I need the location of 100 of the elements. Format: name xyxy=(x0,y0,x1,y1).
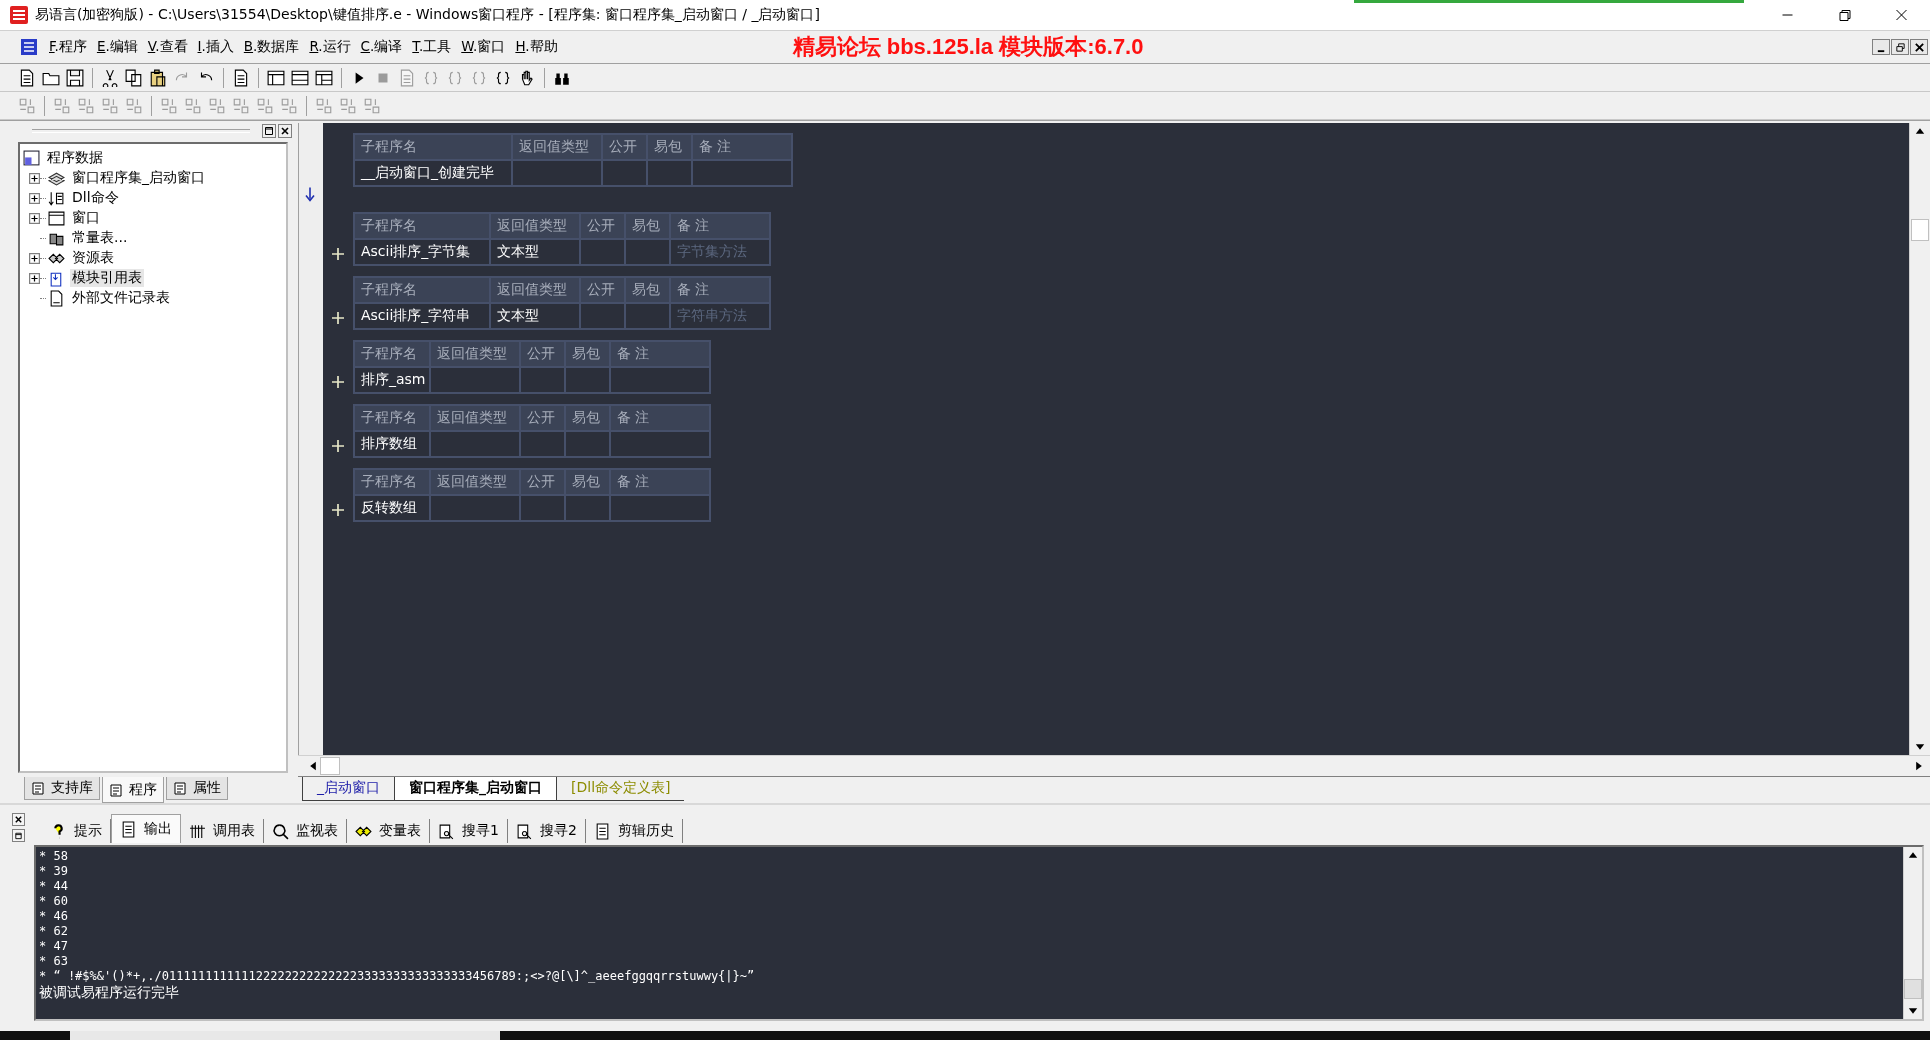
editor-tab[interactable]: _启动窗口 xyxy=(302,777,394,801)
column-header: 易包 xyxy=(626,214,671,238)
editor-tab[interactable]: 窗口程序集_启动窗口 xyxy=(394,777,556,801)
menu-item[interactable]: B.数据库 xyxy=(238,36,305,58)
grid-icon xyxy=(189,822,206,840)
column-header: 返回值类型 xyxy=(431,342,521,366)
scroll-thumb[interactable] xyxy=(320,757,340,775)
column-header: 易包 xyxy=(626,278,671,302)
menu-item[interactable]: F.程序 xyxy=(44,36,92,58)
vertical-scrollbar[interactable] xyxy=(1909,123,1930,755)
horizontal-scrollbar[interactable] xyxy=(298,755,1930,776)
close-icon[interactable] xyxy=(1910,39,1928,55)
output-tab[interactable]: 变量表 xyxy=(347,819,430,843)
tree-item[interactable]: 资源表 xyxy=(70,249,116,267)
program-data-icon xyxy=(23,149,40,167)
expand-icon[interactable] xyxy=(29,252,40,264)
column-header: 子程序名 xyxy=(355,406,431,430)
column-header: 返回值类型 xyxy=(513,135,603,159)
tree-item[interactable]: 窗口 xyxy=(70,209,102,227)
column-header: 备 注 xyxy=(616,472,651,491)
close-icon[interactable] xyxy=(278,124,292,138)
panel-tab[interactable]: 程序 xyxy=(102,777,164,803)
restore-icon[interactable] xyxy=(1891,39,1909,55)
output-line: * 46 xyxy=(39,909,69,924)
layout-icon[interactable] xyxy=(291,68,309,87)
column-header: 易包 xyxy=(566,406,611,430)
expand-icon[interactable] xyxy=(29,212,40,224)
copy-icon[interactable] xyxy=(125,68,143,87)
layout-icon[interactable] xyxy=(315,68,333,87)
column-header: 子程序名 xyxy=(355,342,431,366)
panel-tab[interactable]: 支持库 xyxy=(24,777,100,800)
table-cell: 排序数组 xyxy=(355,432,431,456)
menu-item[interactable]: C.编译 xyxy=(355,36,408,58)
window-title: 易语言(加密狗版) - C:\Users\31554\Desktop\键值排序.e - Windows窗口程序 - [程序集: 窗口程序集_启动窗口 / _启动窗口] xyxy=(35,6,820,24)
table-cell: 文本型 xyxy=(497,307,539,325)
tree-item[interactable]: 常量表... xyxy=(70,229,130,247)
output-line: * 39 xyxy=(39,864,69,879)
tree-item[interactable]: 程序数据 xyxy=(45,149,105,167)
close-icon[interactable] xyxy=(12,813,25,826)
column-header: 公开 xyxy=(521,470,566,494)
column-header: 返回值类型 xyxy=(431,406,521,430)
minimize-icon[interactable] xyxy=(1872,39,1890,55)
menu-item[interactable]: H.帮助 xyxy=(510,36,563,58)
menu-item[interactable]: T.工具 xyxy=(407,36,457,58)
output-tab[interactable]: 搜寻1 xyxy=(430,819,508,843)
menu-item[interactable]: E.编辑 xyxy=(91,36,143,58)
column-header: 子程序名 xyxy=(355,214,491,238)
paste-icon[interactable] xyxy=(149,68,167,87)
document-icon xyxy=(120,820,137,838)
scroll-thumb[interactable] xyxy=(1911,219,1929,241)
output-line: 被调试易程序运行完毕 xyxy=(39,984,180,1000)
banner-text: 精易论坛 bbs.125.la 模块版本:6.7.0 xyxy=(792,33,1144,61)
menu-item[interactable]: W.窗口 xyxy=(456,36,511,58)
menu-item[interactable]: R.运行 xyxy=(304,36,356,58)
layout-icon[interactable] xyxy=(267,68,285,87)
column-header: 备 注 xyxy=(698,137,733,156)
column-header: 易包 xyxy=(566,470,611,494)
expand-icon[interactable] xyxy=(29,192,40,204)
expand-icon[interactable] xyxy=(29,172,40,184)
panel-tab[interactable]: 属性 xyxy=(166,777,228,800)
column-header: 备 注 xyxy=(676,216,711,235)
preview-icon[interactable] xyxy=(232,68,250,87)
vertical-scrollbar[interactable] xyxy=(1903,847,1922,1019)
new-file-icon[interactable] xyxy=(18,68,36,87)
tree-item[interactable]: 模块引用表 xyxy=(70,269,144,287)
table-cell: 反转数组 xyxy=(355,496,431,520)
column-header: 公开 xyxy=(581,278,626,302)
column-header: 返回值类型 xyxy=(491,278,581,302)
output-line: * 62 xyxy=(39,924,69,939)
expand-icon[interactable] xyxy=(29,272,40,284)
column-header: 备 注 xyxy=(616,408,651,427)
output-tab[interactable]: 输出 xyxy=(111,814,181,843)
search-icon xyxy=(272,822,289,840)
search-document-icon xyxy=(438,822,455,840)
output-line: * 60 xyxy=(39,894,69,909)
scroll-thumb[interactable] xyxy=(1904,979,1922,999)
save-icon[interactable] xyxy=(66,68,84,87)
tree-item[interactable]: Dll命令 xyxy=(70,189,121,207)
cut-icon[interactable] xyxy=(101,68,119,87)
search-document-icon xyxy=(515,822,533,840)
tree-item[interactable]: 外部文件记录表 xyxy=(70,289,172,307)
list-icon xyxy=(48,189,65,207)
document-icon xyxy=(109,781,125,798)
float-button[interactable] xyxy=(262,124,276,138)
output-line: * “ !#$%&'()*+,./0111111111111222222222222223333333333333333456789:;<>?@[\]^_aeeefggqqrrstuwwy{|}~” xyxy=(39,969,756,984)
menu-item[interactable]: V.查看 xyxy=(142,36,193,58)
menu-item[interactable]: I.插入 xyxy=(192,36,239,58)
table-cell: __启动窗口_创建完毕 xyxy=(355,161,513,185)
table-cell: 字符串方法 xyxy=(677,307,747,325)
output-tab[interactable]: 监视表 xyxy=(264,819,347,843)
float-button[interactable] xyxy=(12,829,25,842)
output-tab[interactable]: 调用表 xyxy=(181,819,264,843)
table-cell: Ascii排序_字节集 xyxy=(355,240,491,264)
column-header: 返回值类型 xyxy=(431,470,521,494)
output-tab[interactable]: 剪辑历史 xyxy=(585,819,683,843)
tree-item[interactable]: 窗口程序集_启动窗口 xyxy=(70,169,207,187)
output-tab[interactable]: 搜寻2 xyxy=(507,819,586,843)
output-line: * 44 xyxy=(39,879,69,894)
document-logo-icon xyxy=(20,38,38,56)
column-header: 备 注 xyxy=(616,344,651,363)
